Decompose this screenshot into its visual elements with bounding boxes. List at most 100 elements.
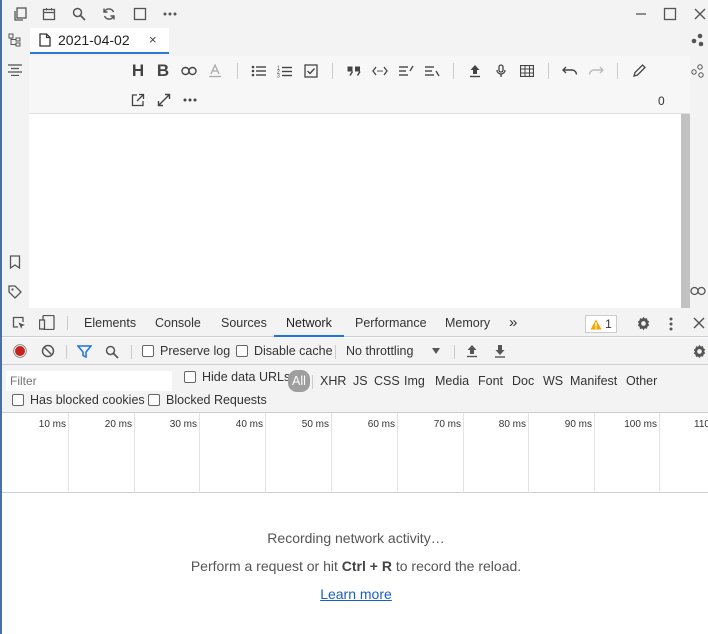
disable-cache-checkbox[interactable] [236, 345, 248, 357]
insert-before-button[interactable] [395, 60, 417, 82]
close-window-icon[interactable] [690, 4, 708, 24]
clear-icon[interactable] [41, 344, 55, 358]
network-toolbar: Preserve log Disable cache No throttling [2, 338, 708, 365]
tick-label: 40 ms [235, 419, 263, 430]
has-blocked-cookies-label: Has blocked cookies [30, 393, 145, 407]
search-icon[interactable] [105, 345, 119, 359]
redo-button[interactable] [585, 60, 607, 82]
document-icon [39, 33, 51, 47]
graph-icon[interactable] [691, 33, 705, 47]
fullscreen-icon[interactable] [130, 4, 150, 24]
kebab-menu-icon[interactable] [669, 317, 673, 331]
minimize-icon[interactable] [631, 4, 651, 24]
type-filter-manifest[interactable]: Manifest [570, 370, 617, 392]
tab-title: 2021-04-02 [58, 32, 130, 48]
editor-scrollbar[interactable] [681, 114, 690, 308]
bold-button[interactable]: B [152, 60, 174, 82]
more-icon[interactable] [160, 4, 180, 24]
preserve-log-checkbox[interactable] [142, 345, 154, 357]
tick-label: 10 ms [38, 419, 66, 430]
timeline-tick: 10 ms [2, 413, 69, 493]
type-filter-media[interactable]: Media [435, 370, 469, 392]
timeline-tick: 110 [660, 413, 708, 493]
tab-elements[interactable]: Elements [84, 309, 136, 337]
timeline-overview[interactable]: 10 ms 20 ms 30 ms 40 ms 50 ms 60 ms 70 m… [2, 413, 708, 493]
heading-button[interactable]: H [127, 60, 149, 82]
throttling-select[interactable]: No throttling [346, 344, 442, 360]
insert-after-button[interactable] [421, 60, 443, 82]
type-filter-img[interactable]: Img [404, 370, 425, 392]
outline-icon[interactable] [8, 64, 22, 76]
tab-sources[interactable]: Sources [221, 309, 267, 337]
reload-shortcut: Ctrl + R [341, 558, 392, 574]
type-filter-xhr[interactable]: XHR [320, 370, 346, 392]
type-filter-other[interactable]: Other [626, 370, 657, 392]
graph-outline-icon[interactable] [691, 64, 705, 78]
tick-label: 50 ms [301, 419, 329, 430]
bullet-list-button[interactable] [248, 60, 270, 82]
close-devtools-icon[interactable] [693, 317, 705, 329]
tag-icon[interactable] [8, 285, 22, 299]
tab-document[interactable]: 2021-04-02 × [30, 28, 169, 54]
bookmark-icon[interactable] [9, 255, 21, 269]
sync-icon[interactable] [99, 4, 119, 24]
type-filter-doc[interactable]: Doc [512, 370, 534, 392]
settings-gear-icon[interactable] [636, 316, 651, 331]
devtools-panel: Elements Console Sources Network Perform… [0, 309, 708, 634]
search-icon[interactable] [69, 4, 89, 24]
filter-icon[interactable] [77, 345, 92, 358]
has-blocked-cookies-checkbox[interactable] [12, 394, 24, 406]
tab-memory[interactable]: Memory [445, 309, 490, 337]
edit-mode-button[interactable] [628, 60, 650, 82]
warnings-badge[interactable]: 1 [585, 315, 617, 333]
numbered-list-button[interactable]: 123 [274, 60, 296, 82]
tab-console[interactable]: Console [155, 309, 201, 337]
import-har-icon[interactable] [466, 344, 478, 358]
tick-label: 80 ms [498, 419, 526, 430]
expand-button[interactable] [153, 89, 175, 111]
timeline-tick: 50 ms [266, 413, 332, 493]
microphone-button[interactable] [490, 60, 512, 82]
inspect-element-icon[interactable] [12, 316, 26, 330]
link-button[interactable] [178, 60, 200, 82]
more-toolbar-button[interactable] [179, 89, 201, 111]
blocked-requests-checkbox[interactable] [148, 394, 160, 406]
network-settings-icon[interactable] [692, 344, 707, 359]
table-button[interactable] [516, 60, 538, 82]
type-filter-ws[interactable]: WS [543, 370, 563, 392]
tab-network[interactable]: Network [274, 309, 344, 337]
hide-data-urls-checkbox[interactable] [184, 371, 196, 383]
link-icon[interactable] [690, 286, 706, 296]
tick-label: 60 ms [367, 419, 395, 430]
timeline-tick: 20 ms [69, 413, 135, 493]
device-toolbar-icon[interactable] [39, 315, 55, 330]
inline-code-button[interactable] [369, 60, 391, 82]
editor-app: 2021-04-02 × H B 123 0 [0, 0, 708, 309]
type-filter-js[interactable]: JS [353, 370, 368, 392]
type-filter-all[interactable]: All [288, 370, 310, 392]
tab-performance[interactable]: Performance [355, 309, 427, 337]
quote-button[interactable] [343, 60, 365, 82]
tick-label: 110 [694, 419, 708, 430]
tab-close-button[interactable]: × [149, 32, 157, 47]
file-tree-icon[interactable] [8, 33, 22, 47]
filter-input[interactable] [6, 371, 172, 391]
svg-text:3: 3 [277, 73, 280, 78]
upload-button[interactable] [464, 60, 486, 82]
disable-cache-label: Disable cache [254, 344, 333, 358]
undo-button[interactable] [559, 60, 581, 82]
type-filter-font[interactable]: Font [478, 370, 503, 392]
more-tabs-button[interactable]: » [509, 309, 517, 337]
export-har-icon[interactable] [494, 344, 506, 358]
type-filter-css[interactable]: CSS [374, 370, 400, 392]
learn-more-link[interactable]: Learn more [320, 586, 392, 602]
font-color-button[interactable] [204, 60, 226, 82]
hide-data-urls-label: Hide data URLs [202, 370, 291, 384]
checklist-button[interactable] [300, 60, 322, 82]
copy-icon[interactable] [10, 4, 30, 24]
timeline-tick: 90 ms [529, 413, 595, 493]
calendar-icon[interactable] [39, 4, 59, 24]
open-external-button[interactable] [127, 89, 149, 111]
maximize-icon[interactable] [660, 4, 680, 24]
record-button[interactable] [13, 344, 27, 358]
